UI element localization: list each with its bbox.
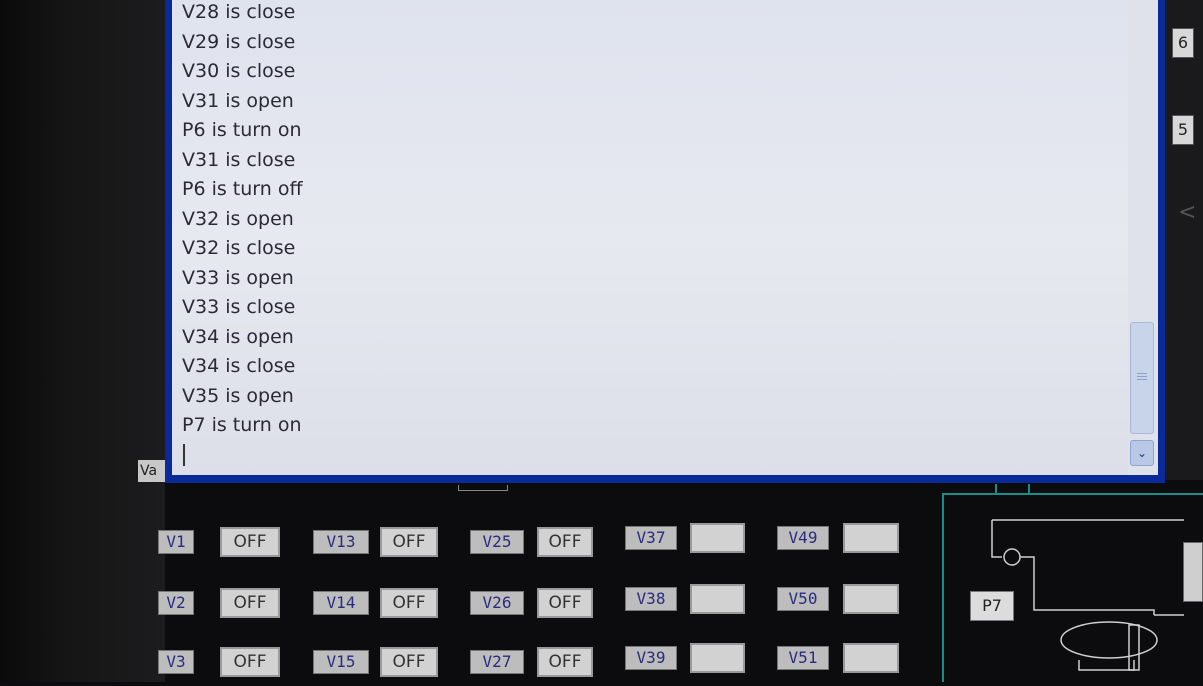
left-background [0,0,165,682]
side-button-5[interactable]: 5 [1172,115,1194,145]
log-line: P6 is turn on [182,119,302,141]
valve-label-v14: V14 [313,591,369,615]
valve-label-v26: V26 [470,591,524,615]
process-schematic [942,493,1203,682]
valve-status-v38[interactable] [690,584,745,614]
valve-label-v51: V51 [777,646,829,670]
right-edge-panel [1183,542,1203,602]
valve-status-v50[interactable] [843,584,899,614]
valve-status-v27[interactable]: OFF [537,647,593,677]
scroll-down-button[interactable]: ⌄ [1130,440,1154,466]
valve-status-v39[interactable] [690,643,745,673]
chevron-left-icon[interactable]: < [1178,200,1196,225]
valve-label-v37: V37 [625,526,677,550]
valve-status-v49[interactable] [843,523,899,553]
valve-label-v49: V49 [777,526,829,550]
text-caret [183,444,185,466]
valve-label-v27: V27 [470,650,524,674]
log-line: P7 is turn on [182,414,302,436]
valve-status-v26[interactable]: OFF [537,588,593,618]
partial-valve-label: Va [138,460,165,482]
log-line: V35 is open [182,384,294,407]
valve-label-v3: V3 [158,650,194,674]
log-line: V34 is open [182,325,294,348]
valve-status-v2[interactable]: OFF [220,588,280,618]
valve-label-v38: V38 [625,587,677,611]
log-line: V31 is open [182,89,294,112]
log-line: V32 is close [182,237,296,259]
valve-status-v25[interactable]: OFF [537,527,593,557]
log-line: V33 is open [182,266,294,289]
tank-diagram [991,519,1184,671]
log-lines: V28 is close V29 is close V30 is close V… [182,0,303,441]
log-line: V34 is close [182,355,296,377]
valve-label-v2: V2 [158,591,194,615]
log-window: V28 is close V29 is close V30 is close V… [165,0,1165,483]
valve-label-v39: V39 [625,646,677,670]
valve-status-v14[interactable]: OFF [380,588,438,618]
log-line: V31 is close [182,148,296,171]
right-background [1160,0,1203,480]
log-line: V28 is close [182,1,296,23]
pump-p7-button[interactable]: P7 [970,591,1014,621]
log-line: V29 is close [182,30,296,53]
log-line: P6 is turn off [182,178,303,200]
log-line: V33 is close [182,296,296,318]
log-line: V30 is close [182,60,296,82]
valve-status-v13[interactable]: OFF [380,527,438,557]
valve-label-v50: V50 [777,587,829,611]
valve-status-v51[interactable] [843,643,899,673]
valve-label-v15: V15 [313,650,369,674]
valve-status-v15[interactable]: OFF [380,647,438,677]
log-line: V32 is open [182,207,294,230]
valve-label-v25: V25 [470,530,524,554]
grip-icon [1137,373,1147,374]
valve-status-v1[interactable]: OFF [220,527,280,557]
side-button-6[interactable]: 6 [1172,28,1194,58]
scrollbar-thumb[interactable] [1130,322,1154,434]
log-text-area[interactable]: V28 is close V29 is close V30 is close V… [172,0,1158,475]
valve-label-v1: V1 [158,530,194,554]
valve-status-v37[interactable] [690,523,745,553]
valve-status-v3[interactable]: OFF [220,647,280,677]
center-marker [458,485,508,491]
valve-label-v13: V13 [313,530,369,554]
vertical-scrollbar[interactable]: ⌄ [1128,0,1158,475]
